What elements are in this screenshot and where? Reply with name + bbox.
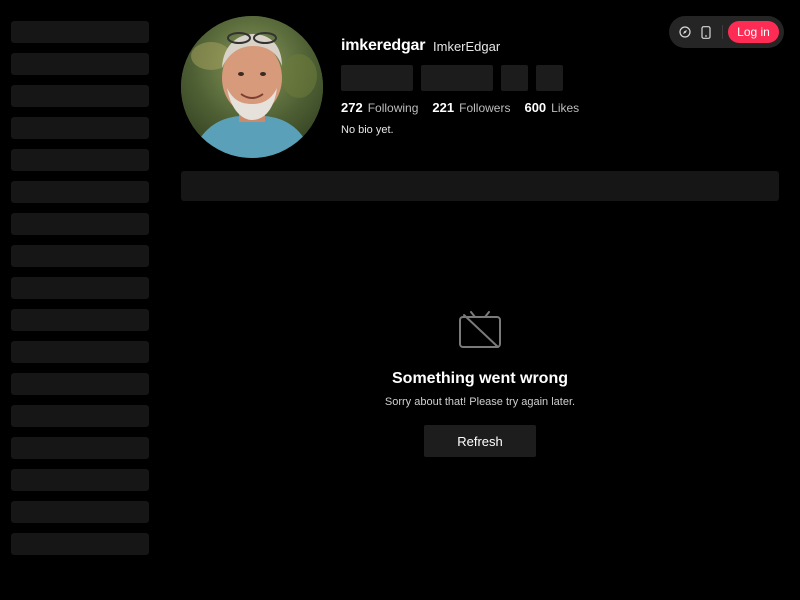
stat-followers[interactable]: 221 Followers: [432, 100, 510, 115]
sidebar-skeleton-row: [11, 117, 149, 139]
sidebar-skeleton-row: [11, 533, 149, 555]
sidebar-skeleton-row: [11, 501, 149, 523]
login-button[interactable]: Log in: [728, 21, 779, 43]
sidebar-skeleton-row: [11, 213, 149, 235]
action-button-skeleton: [421, 65, 493, 91]
action-button-skeleton: [501, 65, 528, 91]
stat-value: 221: [432, 100, 455, 115]
error-subtitle: Sorry about that! Please try again later…: [384, 396, 576, 408]
profile-page: Log in imkeredgar ImkerEdgar 272 Followi…: [0, 0, 800, 600]
header-actions: Log in: [669, 16, 784, 48]
stat-value: 600: [524, 100, 547, 115]
error-title: Something went wrong: [392, 370, 568, 387]
sidebar-skeleton-row: [11, 309, 149, 331]
sidebar-skeleton-row: [11, 341, 149, 363]
stat-label: Followers: [459, 101, 511, 115]
sidebar-skeleton-row: [11, 469, 149, 491]
sidebar-skeleton-row: [11, 53, 149, 75]
tabs-skeleton: [181, 171, 779, 201]
avatar-photo: [181, 16, 323, 158]
sidebar-skeleton-row: [11, 245, 149, 267]
profile-stats: 272 Following 221 Followers 600 Likes: [341, 100, 593, 115]
sidebar-skeleton-row: [11, 405, 149, 427]
refresh-button[interactable]: Refresh: [424, 425, 536, 457]
action-button-skeleton: [341, 65, 413, 91]
stat-label: Likes: [551, 101, 580, 115]
stat-label: Following: [367, 101, 419, 115]
stat-likes: 600 Likes: [524, 100, 579, 115]
bio: No bio yet.: [341, 124, 394, 136]
avatar[interactable]: [181, 16, 323, 158]
compass-icon[interactable]: [677, 24, 693, 40]
sidebar-skeleton-row: [11, 149, 149, 171]
header-divider: [722, 25, 723, 39]
sidebar-skeleton-row: [11, 181, 149, 203]
stat-value: 272: [341, 100, 363, 115]
nickname: ImkerEdgar: [433, 39, 501, 54]
sidebar-skeleton-row: [11, 437, 149, 459]
sidebar-skeleton: [11, 21, 149, 565]
phone-icon[interactable]: [698, 24, 714, 40]
sidebar-skeleton-row: [11, 21, 149, 43]
sidebar-skeleton-row: [11, 85, 149, 107]
broken-screen-icon: [458, 311, 502, 349]
sidebar-skeleton-row: [11, 277, 149, 299]
action-button-skeleton: [536, 65, 563, 91]
sidebar-skeleton-row: [11, 373, 149, 395]
username: imkeredgar: [341, 37, 426, 54]
stat-following[interactable]: 272 Following: [341, 100, 418, 115]
